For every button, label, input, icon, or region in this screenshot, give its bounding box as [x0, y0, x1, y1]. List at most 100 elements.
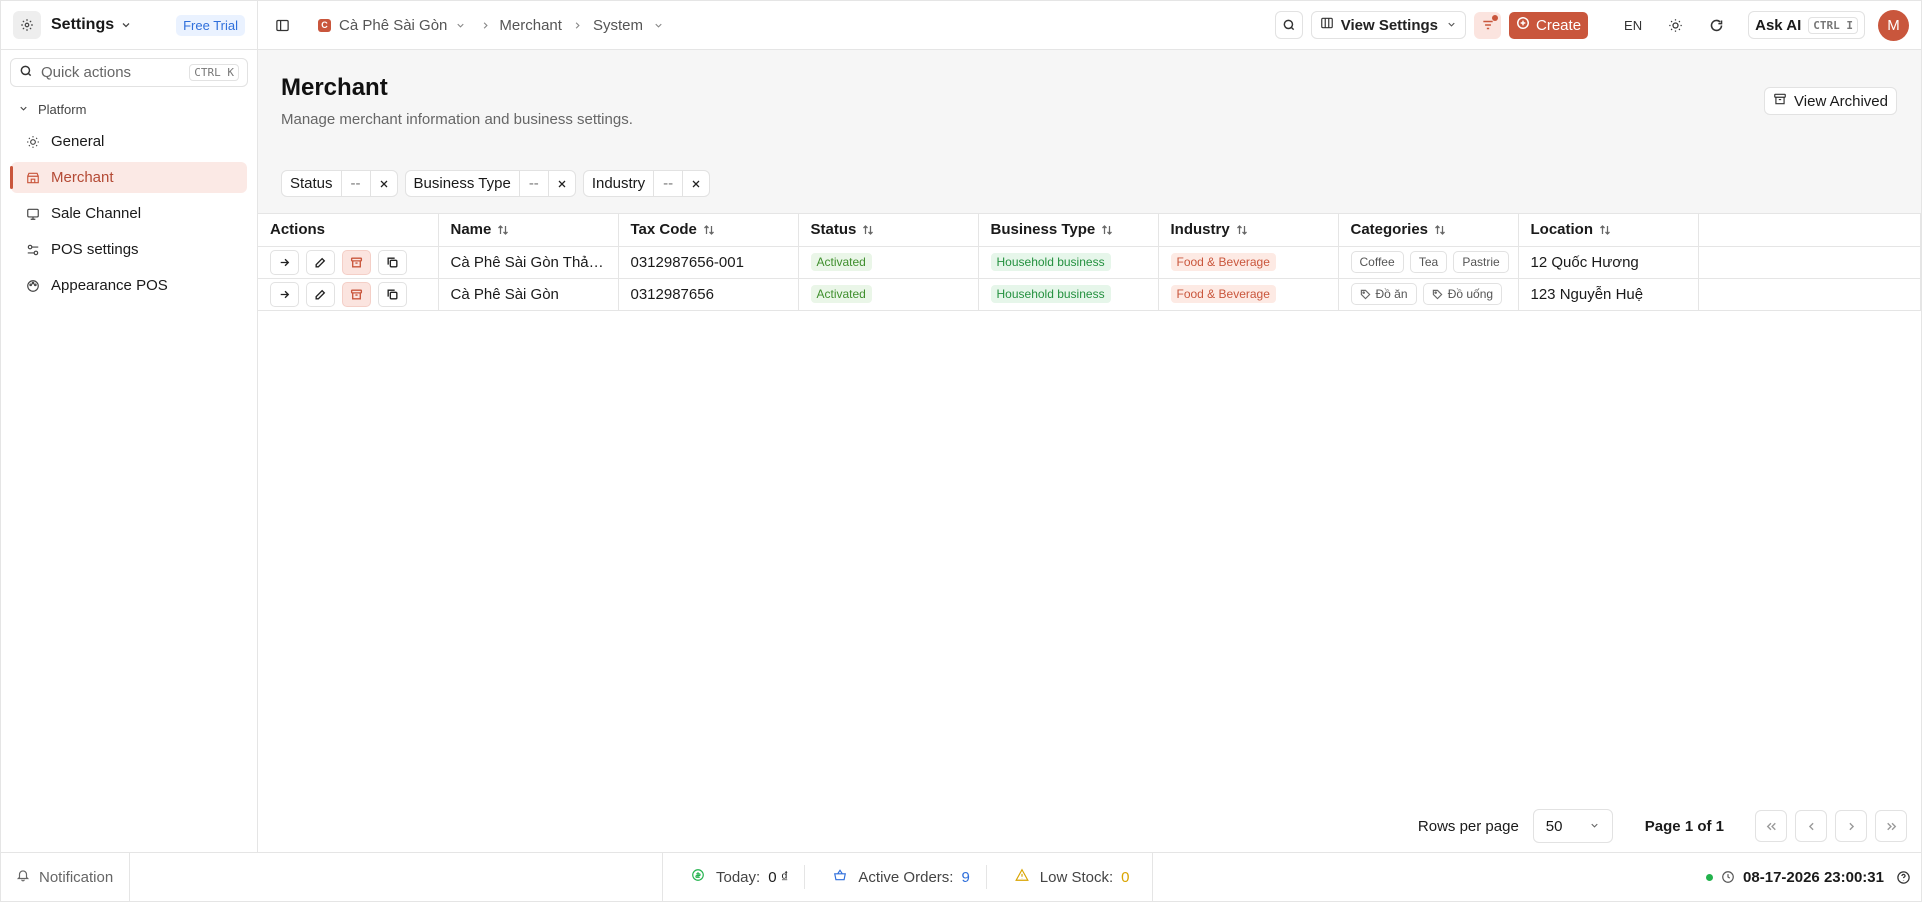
- quick-actions-shortcut: CTRL K: [189, 64, 239, 81]
- chevron-down-icon[interactable]: [653, 20, 664, 31]
- help-icon[interactable]: [1896, 870, 1911, 885]
- filter-button[interactable]: [1474, 11, 1502, 39]
- tax-code-cell: 0312987656: [618, 278, 799, 311]
- quick-actions-label: Quick actions: [41, 64, 132, 81]
- table-row[interactable]: Cà Phê Sài Gòn Thảo... 0312987656-001 Ac…: [258, 246, 1921, 279]
- rows-per-page-value: 50: [1545, 817, 1563, 835]
- stat-low-stock[interactable]: Low Stock: 0: [987, 865, 1146, 889]
- open-button[interactable]: [270, 249, 299, 275]
- sort-icon: [703, 224, 715, 236]
- status-badge: Activated: [810, 285, 872, 303]
- close-icon[interactable]: [682, 171, 709, 196]
- language-switch[interactable]: EN: [1624, 18, 1642, 33]
- theme-sun-icon[interactable]: [1668, 18, 1683, 33]
- filter-industry[interactable]: Industry --: [582, 170, 711, 197]
- create-label: Create: [1536, 16, 1582, 34]
- archive-button[interactable]: [342, 249, 371, 275]
- sidebar-header: Settings Free Trial: [1, 1, 257, 50]
- filter-business-type[interactable]: Business Type --: [404, 170, 576, 197]
- close-icon[interactable]: [369, 171, 397, 196]
- chevron-down-icon[interactable]: [120, 19, 132, 31]
- notification-button[interactable]: Notification: [1, 853, 130, 901]
- sliders-icon: [25, 243, 41, 257]
- table-header-row: Actions Name Tax Code Status Business Ty…: [258, 214, 1921, 247]
- free-trial-badge[interactable]: Free Trial: [176, 14, 245, 36]
- sidebar-item-general[interactable]: General: [11, 126, 247, 157]
- column-header-business-type[interactable]: Business Type: [978, 214, 1159, 247]
- refresh-icon[interactable]: [1709, 18, 1724, 33]
- column-header-tax-code[interactable]: Tax Code: [618, 214, 799, 247]
- tax-code-cell: 0312987656-001: [618, 246, 799, 279]
- column-header-name[interactable]: Name: [438, 214, 619, 247]
- table-row[interactable]: Cà Phê Sài Gòn 0312987656 Activated Hous…: [258, 278, 1921, 311]
- chevrons-left-icon: [1766, 822, 1776, 830]
- business-type-cell: Household business: [978, 278, 1159, 311]
- page-info: Page 1 of 1: [1644, 817, 1724, 835]
- tag-icon: [1432, 289, 1443, 299]
- sidebar-item-appearance-pos[interactable]: Appearance POS: [11, 270, 247, 301]
- sidebar-item-merchant[interactable]: Merchant: [10, 162, 247, 193]
- category-tag: Pastrie: [1453, 251, 1509, 273]
- filter-value[interactable]: --: [518, 171, 548, 196]
- rows-per-page-label: Rows per page: [1417, 817, 1519, 835]
- prev-page-button[interactable]: [1795, 810, 1827, 842]
- location-cell: 12 Quốc Hương: [1518, 246, 1699, 279]
- category-tag: Coffee: [1350, 251, 1404, 273]
- sidebar-item-label: POS settings: [51, 241, 139, 258]
- filter-value[interactable]: --: [340, 171, 370, 196]
- avatar[interactable]: M: [1878, 9, 1909, 41]
- open-button[interactable]: [270, 281, 299, 307]
- column-header-location[interactable]: Location: [1518, 214, 1699, 247]
- first-page-button[interactable]: [1755, 810, 1787, 842]
- search-button[interactable]: [1274, 11, 1303, 39]
- stat-today[interactable]: Today: 0 ₫: [663, 865, 806, 889]
- platform-section-toggle[interactable]: Platform: [1, 97, 257, 121]
- name-cell: Cà Phê Sài Gòn Thảo...: [438, 246, 619, 279]
- sort-icon: [1236, 224, 1248, 236]
- last-page-button[interactable]: [1875, 810, 1907, 842]
- view-settings-button[interactable]: View Settings: [1310, 11, 1467, 39]
- filter-value[interactable]: --: [653, 171, 682, 196]
- categories-cell: Coffee Tea Pastrie: [1338, 246, 1519, 279]
- archive-button[interactable]: [342, 281, 371, 307]
- quick-actions-search[interactable]: Quick actions CTRL K: [10, 58, 248, 87]
- copy-icon: [387, 256, 398, 268]
- settings-gear-icon[interactable]: [13, 11, 41, 39]
- sidebar-toggle-icon[interactable]: [270, 11, 294, 39]
- sidebar-item-sale-channel[interactable]: Sale Channel: [11, 198, 247, 229]
- sidebar-title[interactable]: Settings: [51, 16, 114, 34]
- chevron-down-icon[interactable]: [455, 20, 466, 31]
- edit-button[interactable]: [306, 281, 335, 307]
- column-header-status[interactable]: Status: [798, 214, 979, 247]
- channel-icon: [25, 207, 41, 221]
- duplicate-button[interactable]: [378, 249, 407, 275]
- edit-button[interactable]: [306, 249, 335, 275]
- column-header-industry[interactable]: Industry: [1158, 214, 1339, 247]
- create-button[interactable]: Create: [1509, 11, 1589, 39]
- stat-label: Active Orders:: [858, 868, 954, 886]
- pencil-icon: [315, 257, 326, 268]
- chevron-left-icon: [1808, 822, 1814, 830]
- sidebar: Settings Free Trial Quick actions CTRL K…: [1, 1, 258, 854]
- filler-cell: [1698, 246, 1921, 279]
- column-header-categories[interactable]: Categories: [1338, 214, 1519, 247]
- close-icon[interactable]: [547, 171, 575, 196]
- filter-status[interactable]: Status --: [281, 170, 398, 197]
- sort-icon: [1434, 224, 1446, 236]
- ask-ai-button[interactable]: Ask AI CTRL I: [1748, 11, 1865, 39]
- stat-active-orders[interactable]: Active Orders: 9: [805, 865, 987, 889]
- status-cell: Activated: [798, 278, 979, 311]
- datetime: 08-17-2026 23:00:31: [1743, 868, 1884, 886]
- rows-per-page-select[interactable]: 50: [1532, 809, 1613, 843]
- duplicate-button[interactable]: [378, 281, 407, 307]
- breadcrumb-merchant[interactable]: Merchant: [499, 17, 562, 34]
- next-page-button[interactable]: [1835, 810, 1867, 842]
- stat-value: 9: [961, 868, 970, 886]
- breadcrumb-store[interactable]: Cà Phê Sài Gòn: [339, 17, 447, 34]
- breadcrumb-system[interactable]: System: [593, 17, 643, 34]
- filter-bar: Status -- Business Type -- Industry --: [281, 170, 711, 197]
- status-cell: Activated: [798, 246, 979, 279]
- column-header-filler: [1698, 214, 1921, 247]
- sidebar-item-pos-settings[interactable]: POS settings: [11, 234, 247, 265]
- view-archived-button[interactable]: View Archived: [1764, 87, 1897, 115]
